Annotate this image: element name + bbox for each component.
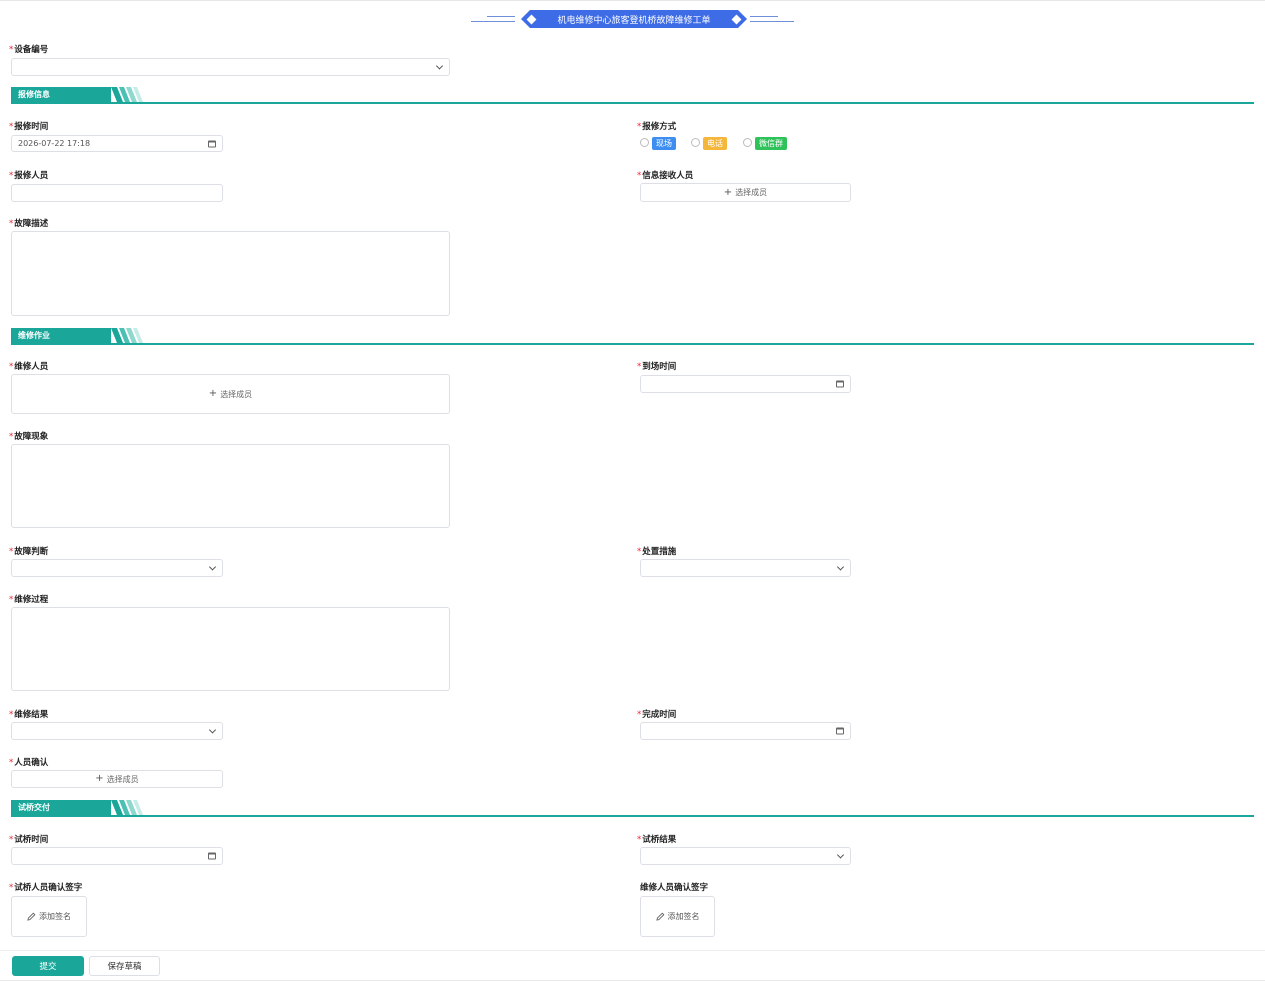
- judgement-select[interactable]: [11, 559, 223, 577]
- banner-deco-line: [750, 21, 794, 22]
- tag-phone: 电话: [703, 137, 727, 150]
- radio-phone[interactable]: [691, 138, 700, 147]
- plus-icon: +: [723, 186, 733, 198]
- section-underline: [11, 815, 1254, 817]
- process-label: *维修过程: [9, 595, 49, 605]
- arrive-time-label: *到场时间: [637, 362, 677, 372]
- section-title: 试桥交付: [11, 800, 111, 815]
- chevron-down-icon: [208, 726, 217, 734]
- banner-deco-line: [471, 21, 515, 22]
- phenomenon-textarea[interactable]: [11, 444, 450, 528]
- select-member-text: 选择成员: [220, 389, 253, 399]
- measure-label: *处置措施: [637, 547, 677, 557]
- section-title: 报修信息: [11, 87, 111, 102]
- section-header-report: 报修信息: [11, 87, 1254, 104]
- pen-icon: [27, 912, 36, 921]
- plus-icon: +: [95, 773, 104, 784]
- chevron-down-icon: [208, 563, 217, 571]
- section-underline: [11, 102, 1254, 104]
- diamond-icon: [527, 14, 537, 24]
- chevron-down-icon: [435, 62, 444, 70]
- plus-icon: +: [208, 388, 218, 399]
- phenomenon-label: *故障现象: [9, 432, 49, 442]
- report-time-value: 2026-07-22 17:18: [18, 139, 91, 148]
- trial-time-label: *试桥时间: [9, 835, 49, 845]
- finish-time-picker[interactable]: [640, 722, 851, 740]
- judgement-label: *故障判断: [9, 547, 49, 557]
- calendar-icon: [836, 727, 844, 735]
- measure-select[interactable]: [640, 559, 851, 577]
- add-signature-text: 添加签名: [667, 912, 700, 921]
- device-no-select[interactable]: [11, 58, 450, 76]
- fault-desc-label: *故障描述: [9, 219, 49, 229]
- report-method-label: *报修方式: [637, 122, 677, 132]
- diamond-icon: [732, 14, 742, 24]
- submit-button[interactable]: 提交: [12, 956, 84, 976]
- trial-result-select[interactable]: [640, 847, 851, 865]
- page-title: 机电维修中心旅客登机桥故障维修工单: [557, 15, 711, 26]
- calendar-icon: [208, 140, 216, 147]
- trial-sign-label: *试桥人员确认签字: [9, 883, 83, 893]
- section-title: 维修作业: [11, 328, 111, 343]
- add-signature-text: 添加签名: [39, 912, 71, 921]
- repair-add-signature-button[interactable]: 添加签名: [640, 896, 715, 937]
- banner-deco-line: [487, 16, 515, 17]
- tag-wechat: 微信群: [755, 137, 787, 150]
- section-underline: [11, 343, 1254, 345]
- confirm-label: *人员确认: [9, 758, 49, 768]
- repair-staff-select-member-button[interactable]: + 选择成员: [11, 374, 450, 414]
- pen-icon: [655, 912, 664, 921]
- calendar-icon: [208, 852, 216, 860]
- select-member-text: 选择成员: [735, 188, 768, 197]
- process-textarea[interactable]: [11, 607, 450, 691]
- repair-staff-label: *维修人员: [9, 362, 49, 372]
- finish-time-label: *完成时间: [637, 710, 677, 720]
- confirm-select-member-button[interactable]: + 选择成员: [11, 770, 223, 788]
- select-member-text: 选择成员: [106, 774, 139, 784]
- device-no-label: *设备编号: [9, 45, 49, 55]
- stripes-decoration: [111, 328, 143, 343]
- repair-result-select[interactable]: [11, 722, 223, 740]
- chevron-down-icon: [836, 563, 845, 571]
- report-time-picker[interactable]: 2026-07-22 17:18: [11, 135, 223, 152]
- banner-deco-line: [750, 16, 778, 17]
- tag-onsite: 现场: [652, 137, 676, 150]
- reporter-label: *报修人员: [9, 171, 49, 181]
- stripes-decoration: [111, 800, 143, 815]
- report-time-label: *报修时间: [9, 122, 49, 132]
- save-draft-button[interactable]: 保存草稿: [89, 956, 160, 976]
- reporter-input[interactable]: [11, 184, 223, 202]
- trial-result-label: *试桥结果: [637, 835, 677, 845]
- calendar-icon: [836, 380, 844, 388]
- page-title-banner: 机电维修中心旅客登机桥故障维修工单: [521, 10, 747, 28]
- stripes-decoration: [111, 87, 143, 102]
- fault-desc-textarea[interactable]: [11, 231, 450, 316]
- receiver-select-member-button[interactable]: + 选择成员: [640, 183, 851, 202]
- arrive-time-picker[interactable]: [640, 375, 851, 393]
- section-header-trial: 试桥交付: [11, 800, 1254, 817]
- repair-sign-label: 维修人员确认签字: [640, 883, 709, 893]
- footer-divider: [0, 950, 1265, 951]
- trial-add-signature-button[interactable]: 添加签名: [11, 896, 87, 937]
- radio-wechat[interactable]: [743, 138, 752, 147]
- repair-result-label: *维修结果: [9, 710, 49, 720]
- top-border: [0, 0, 1265, 1]
- receiver-label: *信息接收人员: [637, 171, 694, 181]
- radio-onsite[interactable]: [640, 138, 649, 147]
- section-header-repair: 维修作业: [11, 328, 1254, 345]
- trial-time-picker[interactable]: [11, 847, 223, 865]
- chevron-down-icon: [836, 851, 845, 859]
